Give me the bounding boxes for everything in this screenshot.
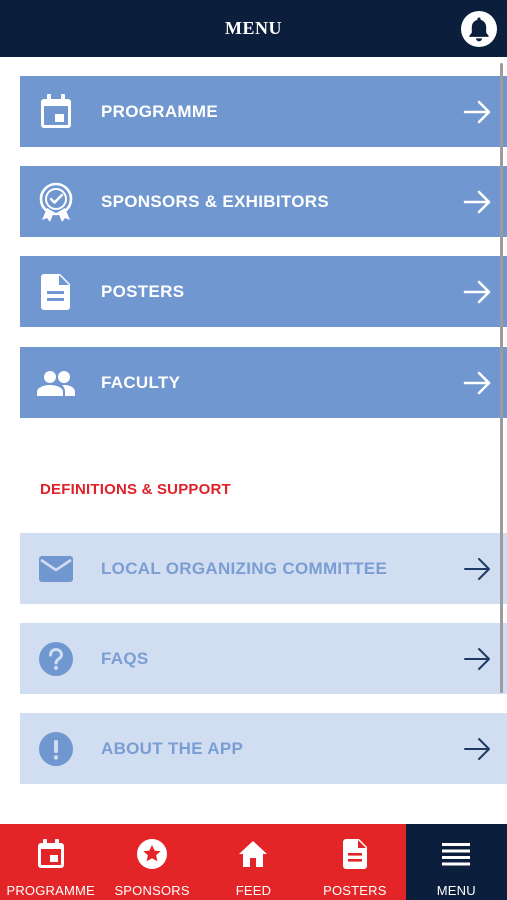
calendar-icon xyxy=(36,92,76,132)
calendar-icon xyxy=(35,838,67,870)
question-circle-icon xyxy=(36,639,76,679)
document-icon xyxy=(339,838,371,870)
star-circle-icon xyxy=(136,838,168,870)
arrow-right-icon xyxy=(463,371,491,394)
tab-menu[interactable]: MENU xyxy=(405,824,507,900)
home-icon xyxy=(237,838,269,870)
top-bar: MENU xyxy=(0,0,507,57)
menu-item-local-organizing-committee[interactable]: LOCAL ORGANIZING COMMITTEE xyxy=(20,533,507,604)
tab-feed[interactable]: FEED xyxy=(202,824,305,900)
menu-item-programme[interactable]: PROGRAMME xyxy=(20,76,507,147)
scrollbar[interactable] xyxy=(500,63,503,693)
menu-item-posters[interactable]: POSTERS xyxy=(20,256,507,327)
menu-item-label: FACULTY xyxy=(101,372,181,392)
menu-item-sponsors-exhibitors[interactable]: SPONSORS & EXHIBITORS xyxy=(20,166,507,237)
menu-item-label: SPONSORS & EXHIBITORS xyxy=(101,191,329,211)
bottom-tab-bar: PROGRAMME SPONSORS FEED POSTERS MENU xyxy=(0,824,507,900)
menu-item-label: PROGRAMME xyxy=(101,101,218,121)
tab-label: PROGRAMME xyxy=(6,883,95,898)
tab-label: POSTERS xyxy=(323,883,387,898)
arrow-right-icon xyxy=(463,280,491,303)
tab-label: SPONSORS xyxy=(114,883,190,898)
arrow-right-icon xyxy=(464,737,490,760)
menu-content[interactable]: PROGRAMME SPONSORS & EXHIBITORS POSTERS … xyxy=(0,57,507,824)
menu-item-faculty[interactable]: FACULTY xyxy=(20,347,507,418)
award-ribbon-icon xyxy=(36,182,76,222)
menu-item-label: ABOUT THE APP xyxy=(101,738,244,758)
people-icon xyxy=(36,363,76,403)
envelope-icon xyxy=(36,549,76,589)
bell-icon xyxy=(469,17,489,42)
tab-label: FEED xyxy=(235,883,272,898)
info-exclamation-icon xyxy=(36,729,76,769)
tab-posters[interactable]: POSTERS xyxy=(304,824,406,900)
menu-item-label: FAQS xyxy=(101,648,149,668)
arrow-right-icon xyxy=(464,647,490,670)
tab-programme[interactable]: PROGRAMME xyxy=(0,824,102,900)
menu-item-faqs[interactable]: FAQS xyxy=(20,623,507,694)
arrow-right-icon xyxy=(464,557,490,580)
page-title: MENU xyxy=(225,18,282,38)
tab-sponsors[interactable]: SPONSORS xyxy=(101,824,203,900)
menu-item-label: POSTERS xyxy=(101,281,185,301)
arrow-right-icon xyxy=(463,100,491,123)
section-title-definitions-support: DEFINITIONS & SUPPORT xyxy=(40,481,231,498)
notifications-button[interactable] xyxy=(461,11,497,47)
hamburger-icon xyxy=(440,838,472,870)
menu-item-label: LOCAL ORGANIZING COMMITTEE xyxy=(101,558,388,578)
tab-label: MENU xyxy=(436,883,476,898)
menu-item-about-the-app[interactable]: ABOUT THE APP xyxy=(20,713,507,784)
document-icon xyxy=(36,272,76,312)
arrow-right-icon xyxy=(463,190,491,213)
